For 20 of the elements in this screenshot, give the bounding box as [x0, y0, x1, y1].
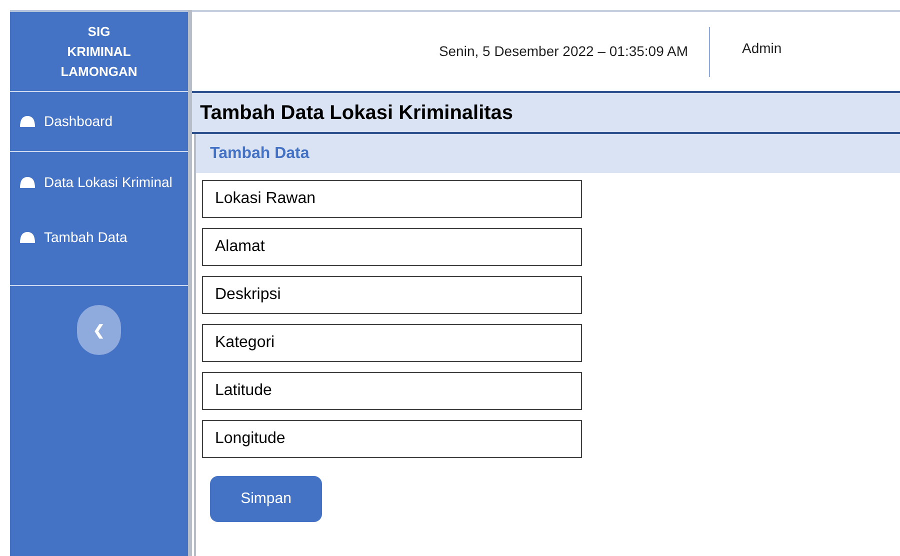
- save-button[interactable]: Simpan: [210, 476, 322, 522]
- dome-icon: [19, 176, 36, 189]
- page-title: Tambah Data Lokasi Kriminalitas: [200, 100, 514, 126]
- input-field[interactable]: Lokasi Rawan: [202, 180, 582, 218]
- dome-icon: [19, 231, 36, 244]
- date-time: Senin, 5 Desember 2022 – 01:35:09 AM: [438, 42, 688, 61]
- input-field[interactable]: Alamat: [202, 228, 582, 266]
- sidebar-item[interactable]: Tambah Data: [10, 227, 188, 248]
- brand-title: KRIMINAL: [67, 42, 131, 60]
- brand-title: LAMONGAN: [60, 62, 138, 80]
- user-name: Admin: [741, 39, 783, 58]
- sidebar-item[interactable]: Data Lokasi Kriminal: [10, 172, 188, 193]
- form-title: Tambah Data: [210, 144, 310, 164]
- dome-icon: [19, 115, 36, 128]
- input-field[interactable]: Longitude: [202, 420, 582, 458]
- input-field[interactable]: Latitude: [202, 372, 582, 410]
- sidebar-item[interactable]: Dashboard: [10, 111, 188, 132]
- input-field[interactable]: Deskripsi: [202, 276, 582, 314]
- brand-title: SIG: [88, 22, 110, 40]
- input-field[interactable]: Kategori: [202, 324, 582, 362]
